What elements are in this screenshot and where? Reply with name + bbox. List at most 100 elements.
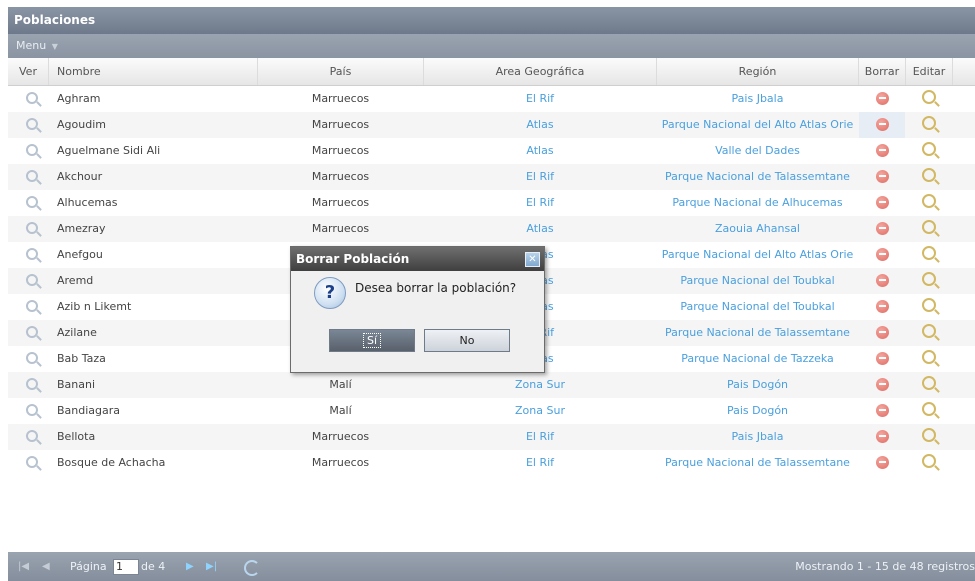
cell-region-link[interactable]: Parque Nacional de Alhucemas [657, 190, 858, 216]
edit-icon[interactable] [906, 190, 952, 216]
delete-icon[interactable] [859, 294, 905, 320]
cell-area-link[interactable]: Zona Sur [424, 398, 656, 424]
view-icon[interactable] [26, 242, 46, 268]
delete-icon[interactable] [859, 268, 905, 294]
table-row[interactable]: Banani Malí Zona Sur Pais Dogón [8, 372, 975, 398]
prev-page-icon[interactable]: ◀ [42, 552, 50, 581]
col-editar[interactable]: Editar [906, 58, 953, 85]
edit-icon[interactable] [906, 320, 952, 346]
view-icon[interactable] [26, 190, 46, 216]
cell-region-link[interactable]: Pais Dogón [657, 398, 858, 424]
next-page-icon[interactable]: ▶ [186, 552, 194, 581]
refresh-icon[interactable] [244, 560, 260, 576]
delete-icon[interactable] [859, 190, 905, 216]
cell-area-link[interactable]: Atlas [424, 138, 656, 164]
edit-icon[interactable] [906, 164, 952, 190]
cell-region-link[interactable]: Zaouia Ahansal [657, 216, 858, 242]
menu-button[interactable]: Menu [8, 39, 46, 52]
cell-region-link[interactable]: Parque Nacional de Talassemtane [657, 164, 858, 190]
cell-region-link[interactable]: Parque Nacional del Alto Atlas Orie [657, 242, 858, 268]
view-icon[interactable] [26, 268, 46, 294]
cell-area-link[interactable]: Atlas [424, 216, 656, 242]
view-icon[interactable] [26, 372, 46, 398]
table-row[interactable]: Alhucemas Marruecos El Rif Parque Nacional … [8, 190, 975, 216]
view-icon[interactable] [26, 86, 46, 112]
col-borrar[interactable]: Borrar [859, 58, 906, 85]
yes-button[interactable]: Sí [329, 329, 415, 352]
delete-icon[interactable] [859, 86, 905, 112]
no-button[interactable]: No [424, 329, 510, 352]
table-row[interactable]: Aghram Marruecos El Rif Pais Jbala [8, 86, 975, 112]
view-icon[interactable] [26, 424, 46, 450]
edit-icon[interactable] [906, 112, 952, 138]
cell-region-link[interactable]: Parque Nacional de Tazzeka [657, 346, 858, 372]
edit-icon[interactable] [906, 450, 952, 476]
cell-region-link[interactable]: Pais Jbala [657, 86, 858, 112]
cell-region-link[interactable]: Pais Jbala [657, 424, 858, 450]
edit-icon[interactable] [906, 216, 952, 242]
menu-caret-icon[interactable]: ▼ [52, 42, 58, 51]
cell-area-link[interactable]: El Rif [424, 86, 656, 112]
view-icon[interactable] [26, 294, 46, 320]
delete-icon[interactable] [859, 112, 905, 138]
table-row[interactable]: Aguelmane Sidi Ali Marruecos Atlas Valle de… [8, 138, 975, 164]
table-row[interactable]: Bandiagara Malí Zona Sur Pais Dogón [8, 398, 975, 424]
delete-icon[interactable] [859, 424, 905, 450]
delete-icon[interactable] [859, 320, 905, 346]
last-page-icon[interactable]: ▶| [206, 552, 217, 581]
edit-icon[interactable] [906, 398, 952, 424]
edit-icon[interactable] [906, 268, 952, 294]
cell-region-link[interactable]: Parque Nacional del Toubkal [657, 294, 858, 320]
delete-icon[interactable] [859, 164, 905, 190]
cell-region-link[interactable]: Valle del Dades [657, 138, 858, 164]
view-icon[interactable] [26, 398, 46, 424]
delete-icon[interactable] [859, 242, 905, 268]
col-ver[interactable]: Ver [8, 58, 49, 85]
delete-icon[interactable] [859, 372, 905, 398]
cell-area-link[interactable]: El Rif [424, 190, 656, 216]
delete-icon[interactable] [859, 138, 905, 164]
view-icon[interactable] [26, 320, 46, 346]
col-nombre[interactable]: Nombre [49, 58, 258, 85]
col-pais[interactable]: País [258, 58, 424, 85]
table-row[interactable]: Bellota Marruecos El Rif Pais Jbala [8, 424, 975, 450]
view-icon[interactable] [26, 138, 46, 164]
cell-region-link[interactable]: Parque Nacional de Talassemtane [657, 320, 858, 346]
cell-region-link[interactable]: Pais Dogón [657, 372, 858, 398]
edit-icon[interactable] [906, 242, 952, 268]
first-page-icon[interactable]: |◀ [18, 552, 29, 581]
col-area[interactable]: Area Geográfica [424, 58, 657, 85]
edit-icon[interactable] [906, 86, 952, 112]
cell-area-link[interactable]: Atlas [424, 112, 656, 138]
cell-area-link[interactable]: Zona Sur [424, 372, 656, 398]
edit-icon[interactable] [906, 346, 952, 372]
view-icon[interactable] [26, 216, 46, 242]
delete-icon[interactable] [859, 346, 905, 372]
delete-icon[interactable] [859, 398, 905, 424]
table-row[interactable]: Bosque de Achacha Marruecos El Rif Parque N… [8, 450, 975, 476]
page-count-label: de 4 [141, 560, 166, 573]
cell-area-link[interactable]: El Rif [424, 424, 656, 450]
table-row[interactable]: Amezray Marruecos Atlas Zaouia Ahansal [8, 216, 975, 242]
col-region[interactable]: Región [657, 58, 859, 85]
cell-area-link[interactable]: El Rif [424, 450, 656, 476]
view-icon[interactable] [26, 112, 46, 138]
delete-icon[interactable] [859, 216, 905, 242]
edit-icon[interactable] [906, 372, 952, 398]
view-icon[interactable] [26, 450, 46, 476]
edit-icon[interactable] [906, 294, 952, 320]
page-number-input[interactable]: 1 [113, 559, 139, 575]
edit-icon[interactable] [906, 138, 952, 164]
view-icon[interactable] [26, 346, 46, 372]
cell-region-link[interactable]: Parque Nacional de Talassemtane [657, 450, 858, 476]
table-row[interactable]: Akchour Marruecos El Rif Parque Nacional de… [8, 164, 975, 190]
view-icon[interactable] [26, 164, 46, 190]
close-icon[interactable]: ✕ [525, 252, 540, 267]
delete-icon[interactable] [859, 450, 905, 476]
cell-area-link[interactable]: El Rif [424, 164, 656, 190]
cell-nombre: Banani [57, 378, 96, 391]
cell-region-link[interactable]: Parque Nacional del Alto Atlas Orie [657, 112, 858, 138]
table-row[interactable]: Agoudim Marruecos Atlas Parque Nacional del… [8, 112, 975, 138]
cell-region-link[interactable]: Parque Nacional del Toubkal [657, 268, 858, 294]
edit-icon[interactable] [906, 424, 952, 450]
